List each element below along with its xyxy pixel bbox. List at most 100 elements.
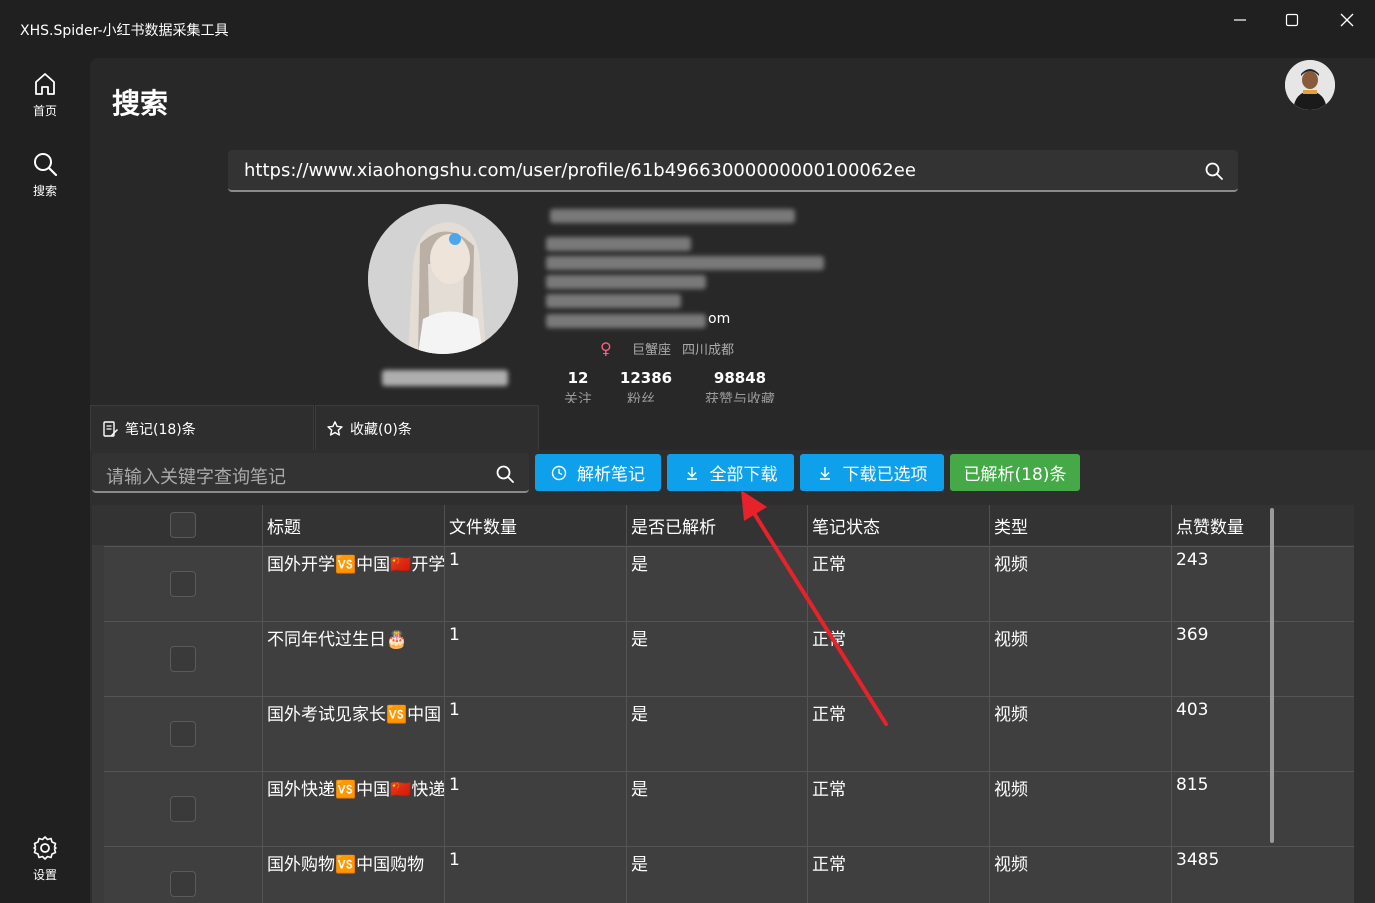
cell-parsed: 是 [626, 772, 807, 847]
user-avatar-image [1285, 60, 1335, 110]
button-label: 解析笔记 [577, 465, 645, 485]
cell-type: 视频 [989, 622, 1171, 697]
tab-label: 收藏(0)条 [350, 421, 412, 438]
search-icon[interactable] [495, 464, 515, 484]
cell-likes: 403 [1171, 697, 1354, 772]
cell-status: 正常 [807, 622, 989, 697]
redacted-info [546, 294, 681, 308]
followers-count: 12386 [619, 369, 673, 387]
column-header-files[interactable]: 文件数量 [444, 505, 626, 545]
avatar[interactable] [1285, 60, 1335, 110]
cell-files: 1 [444, 622, 626, 697]
row-checkbox[interactable] [170, 796, 196, 822]
column-header-title[interactable]: 标题 [262, 505, 444, 545]
download-selected-button[interactable]: 下载已选项 [800, 454, 944, 491]
table-row[interactable]: 国外开学🆚中国🇨🇳开学 1 是 正常 视频 243 [104, 546, 1354, 622]
parsed-count-button[interactable]: 已解析(18)条 [950, 454, 1080, 491]
button-label: 下载已选项 [842, 465, 928, 485]
close-button[interactable] [1325, 6, 1369, 34]
cell-title: 国外考试见家长🆚中国 [262, 697, 444, 772]
button-label: 全部下载 [709, 465, 778, 485]
star-icon [327, 420, 343, 436]
row-checkbox[interactable] [170, 871, 196, 897]
row-checkbox[interactable] [170, 646, 196, 672]
cell-files: 1 [444, 772, 626, 847]
parse-notes-button[interactable]: 解析笔记 [535, 454, 661, 491]
search-icon [34, 153, 58, 177]
select-all-checkbox[interactable] [170, 512, 196, 538]
followers-label: 粉丝 [627, 392, 655, 403]
row-checkbox[interactable] [170, 571, 196, 597]
cell-status: 正常 [807, 547, 989, 622]
window-title: XHS.Spider-小红书数据采集工具 [20, 23, 229, 39]
cell-type: 视频 [989, 547, 1171, 622]
tab-label: 笔记(18)条 [125, 421, 196, 438]
sidebar: 首页 搜索 设置 [0, 58, 90, 903]
table-row[interactable]: 国外快递🆚中国🇨🇳快递 1 是 正常 视频 815 [104, 771, 1354, 847]
url-input[interactable]: https://www.xiaohongshu.com/user/profile… [244, 160, 916, 181]
tab-notes[interactable]: 笔记(18)条 [90, 405, 314, 451]
cell-parsed: 是 [626, 622, 807, 697]
table-scrollbar[interactable] [1270, 508, 1274, 843]
tab-collections[interactable]: 收藏(0)条 [315, 405, 539, 451]
download-icon [819, 466, 830, 480]
cell-files: 1 [444, 697, 626, 772]
column-header-likes[interactable]: 点赞数量 [1171, 505, 1354, 545]
sidebar-item-search[interactable]: 搜索 [0, 138, 90, 208]
minimize-icon [1234, 19, 1246, 21]
redacted-info [546, 256, 824, 270]
maximize-button[interactable] [1270, 6, 1314, 34]
bio-email-tail: om [708, 311, 731, 327]
search-icon[interactable] [1204, 161, 1224, 181]
table-row[interactable]: 国外购物🆚中国购物 1 是 正常 视频 3485 [104, 846, 1354, 903]
home-icon [35, 73, 55, 95]
title-bar: XHS.Spider-小红书数据采集工具 [0, 0, 1375, 58]
table-row[interactable]: 国外考试见家长🆚中国 1 是 正常 视频 403 [104, 696, 1354, 772]
sidebar-item-settings[interactable]: 设置 [0, 822, 90, 892]
row-checkbox[interactable] [170, 721, 196, 747]
cell-files: 1 [444, 847, 626, 903]
cell-title: 国外开学🆚中国🇨🇳开学 [262, 547, 444, 622]
table-header: 标题 文件数量 是否已解析 笔记状态 类型 点赞数量 [92, 505, 1354, 545]
redacted-info [546, 275, 706, 289]
close-icon [1340, 13, 1354, 27]
minimize-button[interactable] [1218, 6, 1262, 34]
notes-search-box[interactable]: 请输入关键字查询笔记 [92, 453, 529, 493]
cell-files: 1 [444, 547, 626, 622]
sidebar-item-home[interactable]: 首页 [0, 58, 90, 128]
cell-title: 国外购物🆚中国购物 [262, 847, 444, 903]
cell-likes: 815 [1171, 772, 1354, 847]
download-all-button[interactable]: 全部下载 [667, 454, 794, 491]
nickname-redacted [382, 370, 508, 386]
clock-icon [551, 465, 567, 480]
main-content: 搜索 https://www.xiaohongshu.com/user/prof… [90, 58, 1375, 903]
likes-collects-label: 获赞与收藏 [705, 392, 775, 403]
url-search-box[interactable]: https://www.xiaohongshu.com/user/profile… [228, 150, 1238, 192]
column-header-type[interactable]: 类型 [989, 505, 1171, 545]
profile-avatar [368, 204, 518, 354]
following-label: 关注 [564, 392, 592, 403]
cell-type: 视频 [989, 697, 1171, 772]
cell-title: 不同年代过生日🎂 [262, 622, 444, 697]
following-count: 12 [567, 369, 589, 387]
column-header-status[interactable]: 笔记状态 [807, 505, 989, 545]
cell-type: 视频 [989, 847, 1171, 903]
sidebar-item-label: 搜索 [32, 184, 57, 198]
likes-collects-count: 98848 [713, 369, 767, 387]
zodiac-tag: 巨蟹座 [632, 343, 672, 358]
table-row[interactable]: 不同年代过生日🎂 1 是 正常 视频 369 [104, 621, 1354, 697]
gear-icon [33, 836, 57, 860]
notes-table: 标题 文件数量 是否已解析 笔记状态 类型 点赞数量 国外开学🆚中国🇨🇳开学 1… [92, 505, 1354, 903]
cell-status: 正常 [807, 847, 989, 903]
column-header-parsed[interactable]: 是否已解析 [626, 505, 807, 545]
sidebar-item-label: 设置 [32, 868, 57, 882]
cell-parsed: 是 [626, 847, 807, 903]
button-label: 已解析(18)条 [963, 465, 1067, 485]
notes-search-input[interactable]: 请输入关键字查询笔记 [106, 463, 286, 489]
cell-likes: 369 [1171, 622, 1354, 697]
cell-likes: 3485 [1171, 847, 1354, 903]
note-edit-icon [103, 420, 118, 437]
cell-status: 正常 [807, 697, 989, 772]
cell-title: 国外快递🆚中国🇨🇳快递 [262, 772, 444, 847]
page-title: 搜索 [112, 87, 169, 120]
